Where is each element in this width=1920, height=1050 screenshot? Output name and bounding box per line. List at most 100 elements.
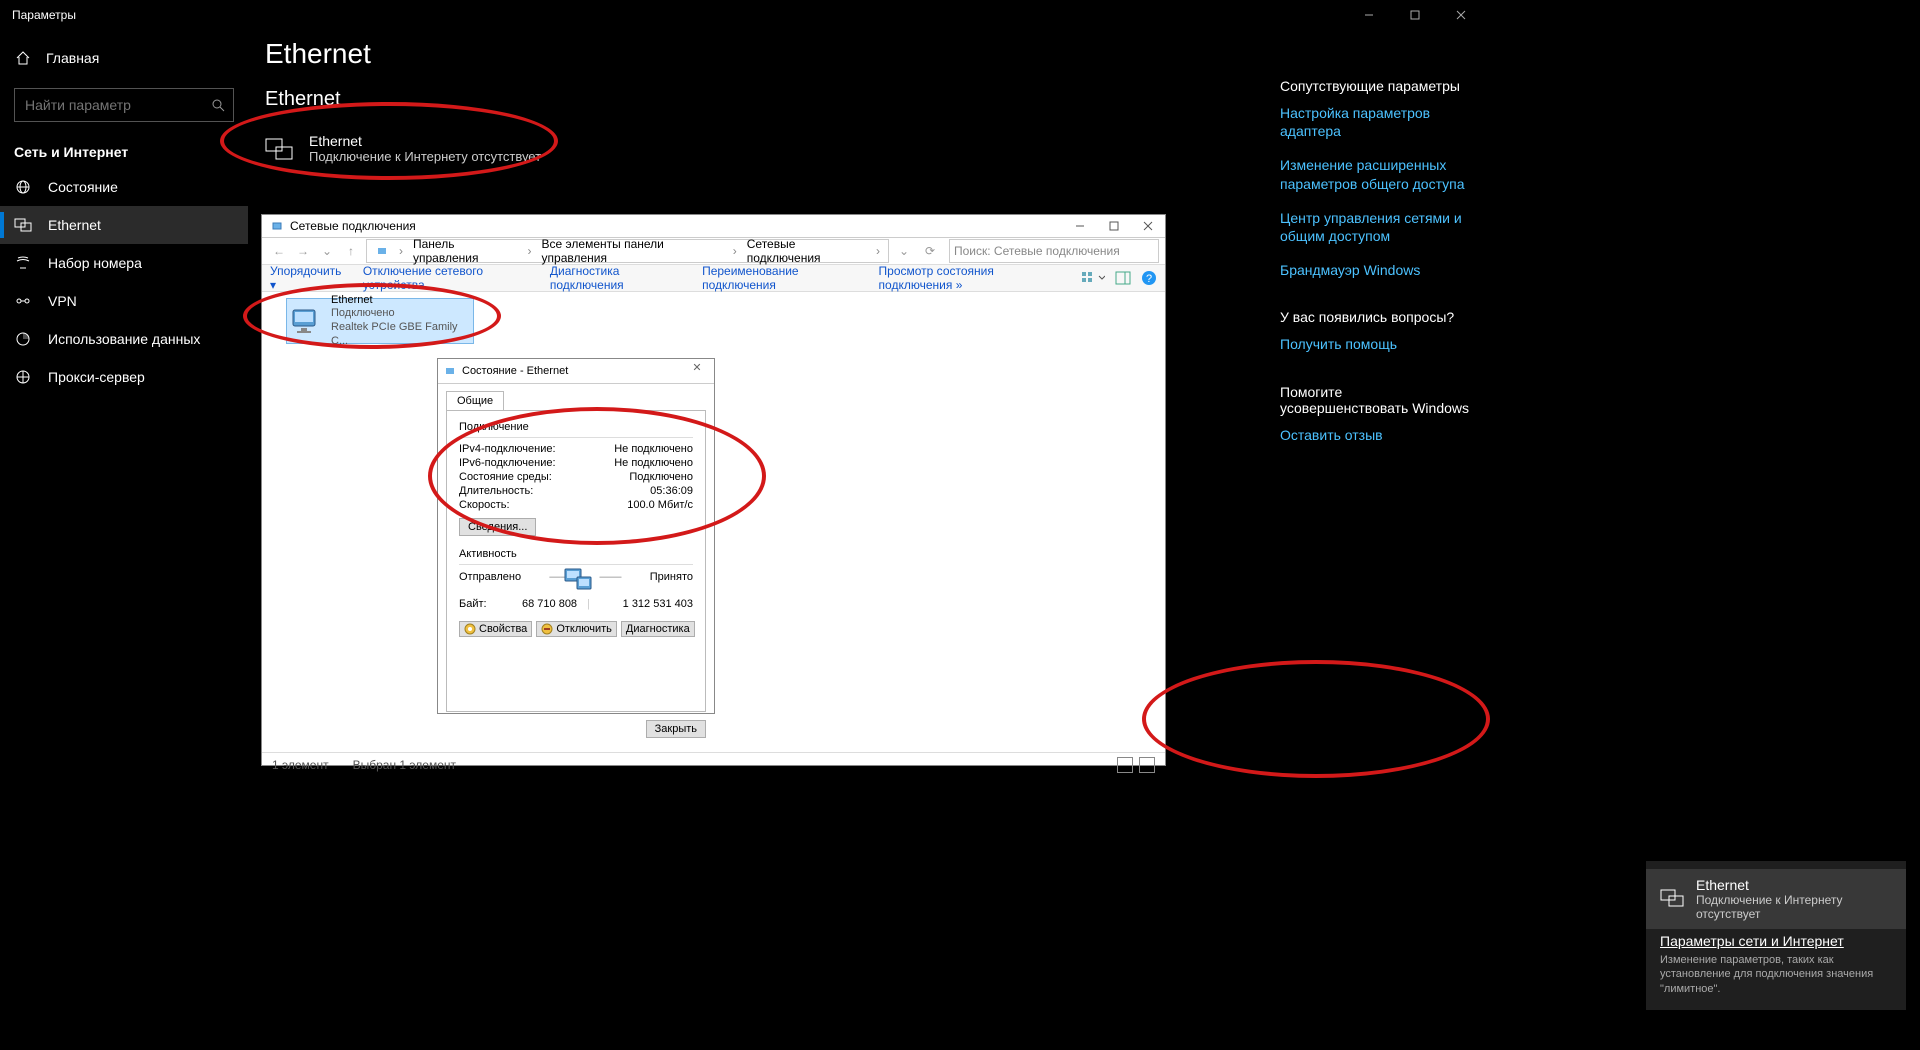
nc-window-controls (1063, 215, 1165, 237)
nc-title-text: Сетевые подключения (290, 219, 416, 233)
toolbar-rename[interactable]: Переименование подключения (702, 264, 858, 292)
svg-text:?: ? (1146, 273, 1152, 285)
forward-button[interactable]: → (292, 240, 314, 262)
nc-close-button[interactable] (1131, 215, 1165, 237)
close-button[interactable] (1438, 0, 1484, 30)
dialog-close-button[interactable]: ✕ (684, 361, 710, 379)
properties-button[interactable]: Свойства (459, 621, 532, 637)
flyout-name: Ethernet (1696, 877, 1892, 893)
view-options-button[interactable] (1081, 270, 1105, 286)
sidebar-item-dialup[interactable]: Набор номера (0, 244, 248, 282)
nc-maximize-button[interactable] (1097, 215, 1131, 237)
dialog-titlebar: Состояние - Ethernet ✕ (438, 359, 714, 384)
phone-icon (14, 254, 32, 272)
group-activity: Активность (459, 548, 693, 560)
window-controls (1346, 0, 1484, 30)
bytes-row: Байт: 68 710 808 | 1 312 531 403 (459, 597, 693, 611)
nc-titlebar: Сетевые подключения (262, 215, 1165, 238)
nav-home[interactable]: Главная (0, 38, 248, 78)
dialog-tabs: Общие (438, 384, 714, 410)
search-box[interactable] (14, 88, 234, 122)
link-network-center[interactable]: Центр управления сетями и общим доступом (1280, 209, 1474, 245)
sidebar-item-ethernet[interactable]: Ethernet (0, 206, 248, 244)
nc-nav-buttons: ← → ⌄ ↑ (268, 240, 362, 262)
group-connection: Подключение (459, 421, 693, 433)
connection-item-ethernet[interactable]: Ethernet Подключено Realtek PCIe GBE Fam… (286, 298, 474, 344)
nav-home-label: Главная (46, 50, 99, 66)
back-button[interactable]: ← (268, 240, 290, 262)
minimize-button[interactable] (1346, 0, 1392, 30)
search-input[interactable] (23, 96, 197, 114)
dropdown-button[interactable]: ⌄ (893, 240, 915, 262)
history-button[interactable]: ⌄ (316, 240, 338, 262)
sidebar: Главная Сеть и Интернет Состояние Ethern… (0, 30, 248, 396)
flyout-settings-link[interactable]: Параметры сети и Интернет (1646, 929, 1906, 953)
breadcrumb[interactable]: › Панель управления› Все элементы панели… (366, 239, 889, 263)
selected-count: Выбран 1 элемент (353, 758, 456, 772)
status-row: Скорость:100.0 Мбит/с (459, 498, 693, 512)
diagnose-button[interactable]: Диагностика (621, 621, 695, 637)
nc-statusbar: 1 элемент Выбран 1 элемент (262, 752, 1165, 777)
help-button[interactable]: ? (1141, 270, 1157, 286)
link-adapter-options[interactable]: Настройка параметров адаптера (1280, 104, 1474, 140)
sidebar-item-vpn[interactable]: VPN (0, 282, 248, 320)
sidebar-category: Сеть и Интернет (14, 144, 248, 160)
crumb[interactable]: Все элементы панели управления (538, 237, 727, 265)
window-title: Параметры (12, 8, 76, 22)
view-icons-icon[interactable] (1139, 757, 1155, 773)
vpn-icon (14, 292, 32, 310)
flyout-ethernet-item[interactable]: Ethernet Подключение к Интернету отсутст… (1646, 869, 1906, 929)
link-get-help[interactable]: Получить помощь (1280, 335, 1474, 353)
sidebar-item-status[interactable]: Состояние (0, 168, 248, 206)
view-details-icon[interactable] (1117, 757, 1133, 773)
nc-toolbar: Упорядочить ▾ Отключение сетевого устрой… (262, 265, 1165, 292)
nc-icon (270, 219, 284, 233)
toolbar-organize[interactable]: Упорядочить ▾ (270, 264, 343, 292)
details-button[interactable]: Сведения... (459, 518, 536, 536)
refresh-button[interactable]: ⟳ (919, 240, 941, 262)
flyout-settings-description: Изменение параметров, таких как установл… (1646, 953, 1906, 1002)
status-row: Состояние среды:Подключено (459, 470, 693, 484)
preview-pane-button[interactable] (1115, 271, 1131, 285)
proxy-icon (14, 368, 32, 386)
connection-name: Ethernet (331, 294, 471, 308)
link-advanced-sharing[interactable]: Изменение расширенных параметров общего … (1280, 156, 1474, 192)
network-flyout: Ethernet Подключение к Интернету отсутст… (1646, 861, 1906, 1010)
sidebar-item-proxy[interactable]: Прокси-сервер (0, 358, 248, 396)
up-button[interactable]: ↑ (340, 240, 362, 262)
sidebar-item-label: Использование данных (48, 331, 200, 347)
toolbar-diagnose[interactable]: Диагностика подключения (550, 264, 682, 292)
flyout-status: Подключение к Интернету отсутствует (1696, 893, 1892, 921)
home-icon (14, 49, 32, 67)
maximize-button[interactable] (1392, 0, 1438, 30)
sidebar-item-datausage[interactable]: Использование данных (0, 320, 248, 358)
sidebar-item-label: Набор номера (48, 255, 142, 271)
dialog-body: Подключение IPv4-подключение:Не подключе… (446, 410, 706, 712)
status-row: IPv4-подключение:Не подключено (459, 442, 693, 456)
data-usage-icon (14, 330, 32, 348)
crumb[interactable]: Панель управления (409, 237, 522, 265)
sidebar-item-label: VPN (48, 293, 77, 309)
tab-general[interactable]: Общие (446, 391, 504, 410)
nc-path-icon (371, 244, 393, 258)
activity-icon (559, 567, 593, 595)
ethernet-icon (1660, 889, 1684, 909)
activity-row: Отправлено —— —— Принято (459, 571, 693, 583)
disable-button[interactable]: Отключить (536, 621, 617, 637)
link-firewall[interactable]: Брандмауэр Windows (1280, 261, 1474, 279)
dialog-icon (444, 365, 456, 377)
status-row: IPv6-подключение:Не подключено (459, 456, 693, 470)
ethernet-icon (265, 138, 293, 160)
nc-search[interactable]: Поиск: Сетевые подключения (949, 239, 1159, 263)
nc-address-bar: ← → ⌄ ↑ › Панель управления› Все элемент… (262, 238, 1165, 265)
link-feedback[interactable]: Оставить отзыв (1280, 426, 1474, 444)
connection-status: Подключено (331, 307, 471, 321)
toolbar-view-status[interactable]: Просмотр состояния подключения » (879, 264, 1061, 292)
toolbar-right: ? (1081, 270, 1157, 286)
nc-minimize-button[interactable] (1063, 215, 1097, 237)
ethernet-status-dialog: Состояние - Ethernet ✕ Общие Подключение… (437, 358, 715, 714)
toolbar-disable[interactable]: Отключение сетевого устройства (363, 264, 530, 292)
close-dialog-button[interactable]: Закрыть (646, 720, 706, 738)
ethernet-status: Подключение к Интернету отсутствует (309, 149, 541, 164)
crumb[interactable]: Сетевые подключения (743, 237, 870, 265)
